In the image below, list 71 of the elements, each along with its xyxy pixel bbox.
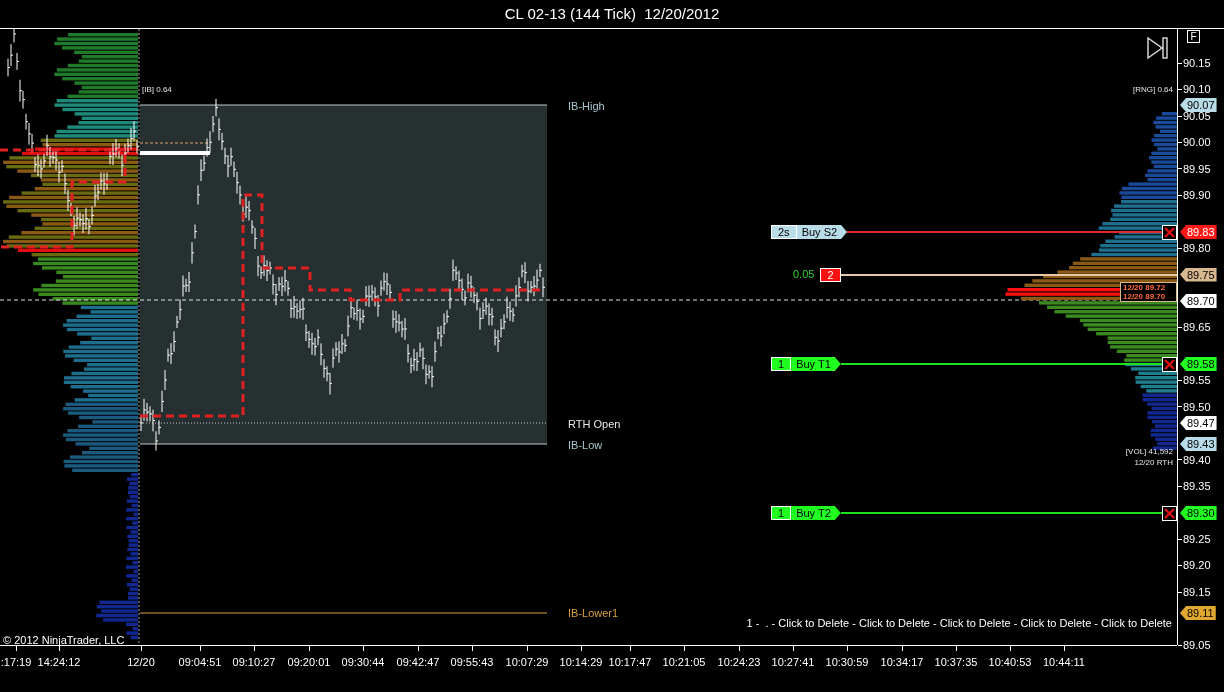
- last-price-label: 12/20 89.72: [1123, 283, 1167, 292]
- time-tick: 10:21:05: [662, 655, 706, 670]
- price-tick: 89.20: [1183, 558, 1211, 574]
- time-tick: 10:37:35: [934, 655, 978, 670]
- time-tick: 09:10:27: [232, 655, 276, 670]
- price-tick: 89.05: [1183, 637, 1211, 653]
- price-tick: 89.55: [1183, 373, 1211, 389]
- price-tag: 89.47: [1180, 416, 1217, 430]
- order-line[interactable]: [840, 273, 1177, 276]
- order-quantity[interactable]: 2: [820, 267, 841, 282]
- time-tick: 10:30:59: [825, 655, 869, 670]
- level-label: RTH Open: [568, 418, 621, 431]
- price-tick: 89.95: [1183, 161, 1211, 177]
- time-tick: 10:07:29: [505, 655, 549, 670]
- level-label: IB-Lower1: [568, 607, 619, 620]
- time-tick: 09:55:43: [450, 655, 494, 670]
- time-tick: 09:20:01: [287, 655, 331, 670]
- order-note[interactable]: 1 - . - Click to Delete - Click to Delete - Click to Delete - Click to Delete - Click to Delete: [746, 615, 1172, 632]
- order-quantity: 1: [771, 357, 792, 371]
- time-tick: 09:30:44: [341, 655, 385, 670]
- price-tag: 89.43: [1180, 437, 1217, 451]
- order-label[interactable]: Buy T2: [791, 506, 841, 520]
- price-tick: 89.50: [1183, 399, 1211, 415]
- price-tag: 89.30: [1180, 506, 1217, 520]
- price-tick: 89.15: [1183, 584, 1211, 600]
- time-tick: 12/20: [127, 655, 155, 670]
- order-offset: 0.05: [793, 267, 815, 283]
- time-tick: 09:42:47: [396, 655, 440, 670]
- close-icon[interactable]: [1162, 505, 1177, 521]
- time-tick: 10:44:11: [1043, 655, 1085, 670]
- time-tick: 09:04:51: [178, 655, 222, 670]
- price-tick: 89.25: [1183, 531, 1211, 547]
- order-quantity: 2s: [771, 225, 797, 239]
- range-label: [RNG] 0.64: [1133, 84, 1173, 96]
- volume-note: [VOL] 41,592: [1125, 446, 1173, 457]
- price-tick: 90.10: [1183, 82, 1211, 98]
- price-tick: 90.05: [1183, 109, 1211, 124]
- price-tick: 89.40: [1183, 452, 1211, 468]
- time-tick: 10:40:53: [988, 655, 1032, 670]
- price-tick: 90.15: [1183, 55, 1211, 71]
- level-label: IB-Low: [568, 439, 603, 452]
- last-price-label: 12/20 89.70: [1123, 292, 1167, 301]
- time-tick: :17:19: [0, 655, 32, 670]
- price-tick: 90.00: [1183, 135, 1211, 151]
- price-tag: 89.11: [1180, 606, 1216, 620]
- time-tick: 10:24:23: [717, 655, 761, 670]
- window-title: CL 02-13 (144 Tick) 12/20/2012: [504, 3, 720, 24]
- price-tick: 89.90: [1183, 188, 1211, 204]
- order-label[interactable]: Buy T1: [791, 357, 841, 371]
- copyright-text: © 2012 NinjaTrader, LLC: [3, 633, 125, 648]
- ib-range-label: [IB] 0.64: [142, 84, 172, 96]
- price-tag: 89.83: [1180, 225, 1217, 239]
- time-tick: 10:17:47: [608, 655, 652, 670]
- price-tag: 89.58: [1180, 357, 1217, 371]
- price-tag: 89.70: [1180, 294, 1217, 308]
- prior-close-line: [140, 151, 210, 155]
- price-tick: 89.65: [1183, 320, 1211, 336]
- volume-note: 12/20 RTH: [1134, 457, 1173, 468]
- price-tag: 89.75: [1180, 267, 1217, 282]
- price-tick: 89.80: [1183, 240, 1211, 256]
- time-tick: 10:27:41: [771, 655, 815, 670]
- time-tick: 10:14:29: [559, 655, 603, 670]
- order-quantity: 1: [771, 506, 792, 520]
- order-label[interactable]: Buy S2: [796, 225, 848, 239]
- f-button[interactable]: F: [1187, 30, 1200, 43]
- price-tick: 89.35: [1183, 478, 1211, 494]
- time-tick: 10:34:17: [880, 655, 924, 670]
- level-label: IB-High: [568, 100, 605, 113]
- scroll-to-end-icon[interactable]: [1146, 36, 1170, 60]
- price-tag: 90.07: [1180, 98, 1217, 112]
- time-tick: 14:24:12: [37, 655, 81, 670]
